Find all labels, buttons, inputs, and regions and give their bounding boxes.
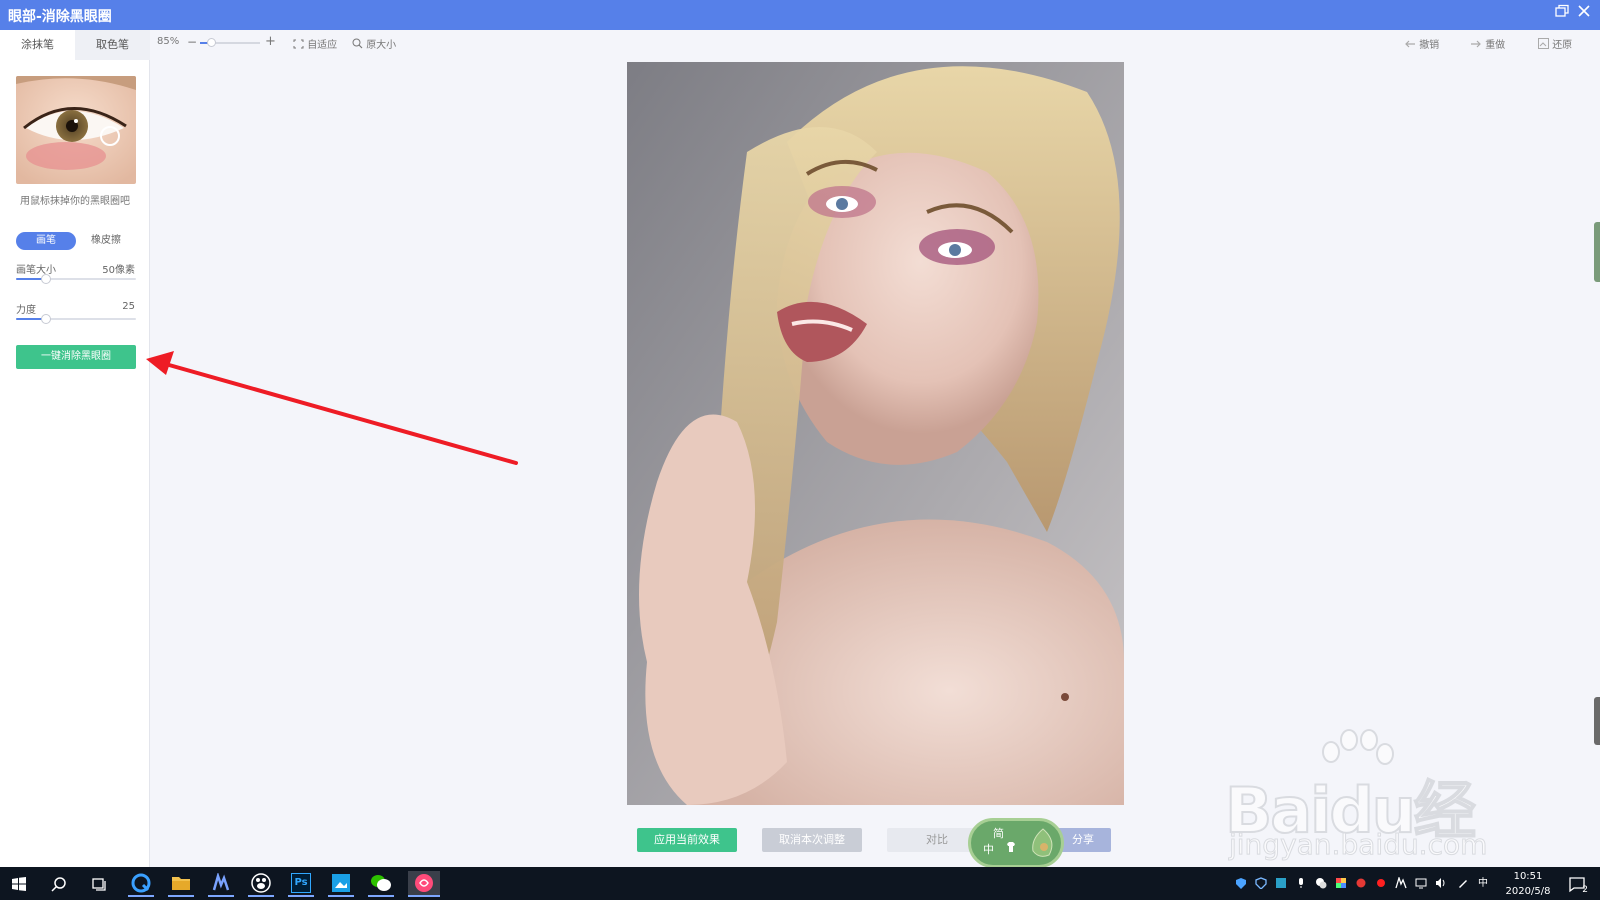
apply-effect-button[interactable]: 应用当前效果 xyxy=(637,828,737,852)
network-icon[interactable] xyxy=(1414,877,1428,891)
tool-tabs: 涂抹笔 取色笔 xyxy=(0,30,150,60)
editing-canvas-photo[interactable] xyxy=(627,62,1124,805)
title-bar: 眼部-消除黑眼圈 xyxy=(0,0,1600,30)
redo-label: 重做 xyxy=(1485,40,1506,51)
magnifier-icon xyxy=(352,38,363,51)
ime-chinese-label: 中 xyxy=(983,843,994,856)
restore-original-button[interactable]: 还原 xyxy=(1538,36,1572,51)
undo-label: 撤销 xyxy=(1419,40,1440,51)
baidu-paw-app-icon[interactable] xyxy=(248,871,274,897)
ime-floating-toolbar[interactable]: 简 中 xyxy=(968,818,1064,868)
tray-app2-icon[interactable] xyxy=(1394,875,1408,891)
zoom-percent: 85% xyxy=(157,36,180,47)
file-explorer-icon[interactable] xyxy=(168,871,194,897)
wechat-icon[interactable] xyxy=(368,871,394,897)
tray-security-icon[interactable] xyxy=(1234,877,1248,891)
close-icon[interactable] xyxy=(1574,4,1594,24)
undo-arrow-icon xyxy=(1404,40,1416,51)
zoom-out-button[interactable]: − xyxy=(187,35,197,49)
notifications-icon[interactable]: 2 xyxy=(1564,871,1590,897)
browser-icon[interactable] xyxy=(128,871,154,897)
beauty-app-icon[interactable] xyxy=(408,871,440,897)
tray-bug-icon[interactable] xyxy=(1354,877,1368,891)
brush-size-slider-handle[interactable] xyxy=(41,274,51,284)
shirt-icon xyxy=(1005,841,1017,856)
cancel-adjustment-button[interactable]: 取消本次调整 xyxy=(762,828,862,852)
strength-slider[interactable] xyxy=(16,314,136,324)
clock-date: 2020/5/8 xyxy=(1505,886,1551,897)
ime-simplified-label: 简 xyxy=(993,827,1004,840)
windows-taskbar: Ps 中 10:51 2020/5/8 2 xyxy=(0,867,1600,900)
tab-color-picker-pen[interactable]: 取色笔 xyxy=(75,30,150,60)
one-click-remove-dark-circles-button[interactable]: 一键消除黑眼圈 xyxy=(16,345,136,369)
image-viewer-icon[interactable] xyxy=(328,871,354,897)
redo-arrow-icon xyxy=(1470,40,1482,51)
brush-mode-toggle: 画笔 橡皮擦 xyxy=(16,232,136,250)
red-annotation-arrow xyxy=(146,351,518,465)
photoshop-icon[interactable]: Ps xyxy=(288,871,314,897)
instruction-text: 用鼠标抹掉你的黑眼圈吧 xyxy=(20,196,130,207)
brush-mode-button[interactable]: 画笔 xyxy=(16,232,76,250)
zoom-slider-handle[interactable] xyxy=(207,38,216,47)
fit-icon xyxy=(293,39,304,51)
tray-wechat-icon[interactable] xyxy=(1314,877,1328,891)
original-size-button[interactable]: 原大小 xyxy=(352,36,396,51)
search-icon[interactable] xyxy=(46,871,72,897)
pen-input-icon[interactable] xyxy=(1456,877,1470,891)
window-title: 眼部-消除黑眼圈 xyxy=(8,9,112,25)
right-edge-handle-top[interactable] xyxy=(1594,222,1600,282)
redo-button[interactable]: 重做 xyxy=(1470,36,1505,51)
eraser-mode-button[interactable]: 橡皮擦 xyxy=(76,232,136,250)
task-view-icon[interactable] xyxy=(86,871,112,897)
tray-colorful-icon[interactable] xyxy=(1334,877,1348,891)
leaf-skin-icon xyxy=(1029,827,1057,862)
notifications-count: 2 xyxy=(1582,885,1588,895)
eye-preview-image xyxy=(16,76,136,184)
tray-record-icon[interactable] xyxy=(1374,877,1388,891)
ime-indicator[interactable]: 中 xyxy=(1476,877,1490,891)
fit-to-window-button[interactable]: 自适应 xyxy=(293,36,337,51)
left-panel: 涂抹笔 取色笔 用鼠标抹掉你的黑眼圈吧 画笔 橡皮擦 画笔大小 50像素 力度 … xyxy=(0,30,150,867)
app-icon[interactable] xyxy=(208,871,234,897)
undo-button[interactable]: 撤销 xyxy=(1404,36,1439,51)
volume-icon[interactable] xyxy=(1434,877,1448,891)
fit-label: 自适应 xyxy=(307,40,338,51)
restore-label: 还原 xyxy=(1552,40,1573,51)
zoom-slider[interactable] xyxy=(200,38,260,47)
tab-smudge-pen[interactable]: 涂抹笔 xyxy=(0,30,75,60)
tray-shield-icon[interactable] xyxy=(1254,877,1268,891)
strength-value: 25 xyxy=(122,301,135,312)
watermark-url: jingyan.baidu.com xyxy=(1228,828,1488,862)
zoom-in-button[interactable]: + xyxy=(265,34,276,49)
windows-start-icon[interactable] xyxy=(6,871,32,897)
tray-app-icon[interactable] xyxy=(1274,877,1288,891)
clock-time: 10:51 xyxy=(1513,871,1543,882)
original-size-label: 原大小 xyxy=(366,40,397,51)
restore-icon[interactable] xyxy=(1552,4,1572,24)
image-icon xyxy=(1538,38,1549,51)
system-clock[interactable]: 10:51 2020/5/8 xyxy=(1497,869,1559,899)
strength-label: 力度 xyxy=(16,305,36,316)
brush-size-label: 画笔大小 xyxy=(16,265,56,276)
microphone-icon[interactable] xyxy=(1294,877,1308,891)
brush-size-value: 50像素 xyxy=(102,265,135,276)
strength-slider-handle[interactable] xyxy=(41,314,51,324)
right-edge-handle-bottom[interactable] xyxy=(1594,697,1600,745)
photoshop-icon-label: Ps xyxy=(291,873,311,893)
brush-size-slider[interactable] xyxy=(16,274,136,284)
baidu-jingyan-watermark: Baidu经验 jingyan.baidu.com xyxy=(1224,728,1525,900)
